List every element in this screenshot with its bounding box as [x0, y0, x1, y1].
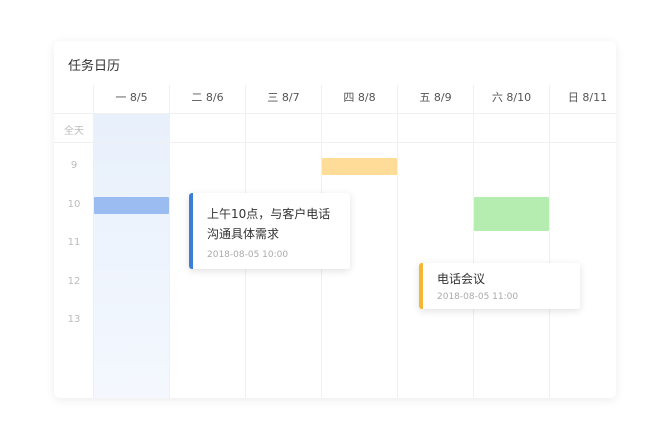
day-header-thu[interactable]: 四 8/8 [322, 89, 397, 105]
event-bar-thu[interactable] [322, 158, 397, 175]
hour-label-10: 10 [67, 199, 81, 210]
day-header-wed[interactable]: 三 8/7 [246, 89, 321, 105]
popup-accent-bar [189, 193, 193, 269]
event-bar-sat[interactable] [474, 197, 549, 231]
day-header-tue[interactable]: 二 8/6 [170, 89, 245, 105]
day-header-sun[interactable]: 日 8/11 [550, 89, 616, 105]
popup-title-line1: 上午10点，与客户电话 [207, 207, 331, 221]
popup-date: 2018-08-05 10:00 [207, 250, 289, 260]
calendar-title: 任务日历 [68, 59, 121, 74]
hour-label-11: 11 [67, 237, 81, 248]
event-bar-mon[interactable] [94, 197, 169, 214]
grid-vline [473, 85, 474, 398]
hour-label-12: 12 [67, 276, 81, 287]
hour-label-13: 13 [67, 314, 81, 325]
grid-vline [549, 85, 550, 398]
day-header-sat[interactable]: 六 8/10 [474, 89, 549, 105]
grid-hline [54, 142, 616, 143]
grid-vline [169, 85, 170, 398]
grid-hline [54, 113, 616, 114]
today-column-highlight [94, 113, 169, 398]
event-popup-conference-call[interactable]: 电话会议 2018-08-05 11:00 [419, 263, 580, 309]
popup-accent-bar [419, 263, 423, 309]
day-header-fri[interactable]: 五 8/9 [398, 89, 473, 105]
hour-label-9: 9 [70, 160, 78, 171]
grid-vline [397, 85, 398, 398]
popup-title: 电话会议 [437, 272, 486, 286]
event-popup-client-call[interactable]: 上午10点，与客户电话 沟通具体需求 2018-08-05 10:00 [189, 193, 350, 269]
popup-date: 2018-08-05 11:00 [437, 292, 519, 302]
day-header-mon[interactable]: 一 8/5 [94, 89, 169, 105]
popup-title-line2: 沟通具体需求 [207, 227, 280, 241]
task-calendar-card: 任务日历 一 8/5 二 8/6 三 8/7 四 8/8 五 8/9 六 8/1… [54, 41, 616, 398]
all-day-label: 全天 [64, 126, 84, 137]
